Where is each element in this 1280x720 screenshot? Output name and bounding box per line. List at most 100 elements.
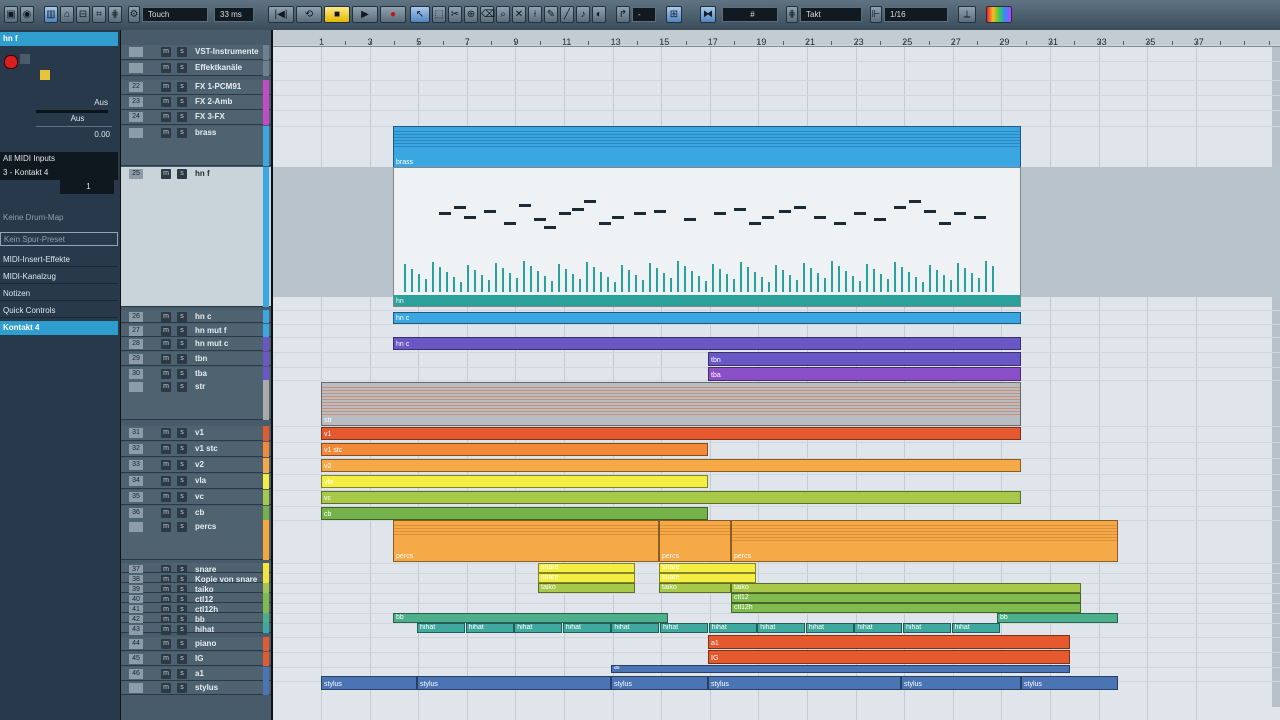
mute-button[interactable]: m <box>161 339 171 349</box>
mute-button[interactable]: m <box>161 47 171 57</box>
clip-stylus[interactable]: stylus <box>708 676 901 690</box>
track-header[interactable]: 37 m s snare <box>121 563 271 575</box>
color-tool-icon[interactable]: ◐ <box>592 6 606 23</box>
mute-button[interactable]: m <box>161 97 171 107</box>
track-name[interactable]: piano <box>195 639 216 648</box>
midi-note[interactable] <box>572 208 584 211</box>
drum-map-field[interactable]: Keine Drum-Map <box>0 211 118 225</box>
mute-button[interactable]: m <box>161 522 171 532</box>
solo-button[interactable]: s <box>177 63 187 73</box>
track-header[interactable]: m s str <box>121 380 271 420</box>
track-name[interactable]: vla <box>195 476 206 485</box>
split-tool-icon[interactable]: ✂ <box>448 6 462 23</box>
clip-hihat[interactable]: hihat <box>514 623 563 633</box>
solo-button[interactable]: s <box>177 476 187 486</box>
clip-str-folder[interactable]: str <box>321 382 1021 426</box>
mute-button[interactable]: m <box>161 63 171 73</box>
track-name[interactable]: brass <box>195 128 216 137</box>
midi-note[interactable] <box>714 212 726 215</box>
solo-button[interactable]: s <box>177 97 187 107</box>
midi-note[interactable] <box>854 212 866 215</box>
clip-stylus[interactable]: stylus <box>417 676 611 690</box>
mute-button[interactable]: m <box>161 639 171 649</box>
midi-note[interactable] <box>779 210 791 213</box>
track-header[interactable]: 29 m s tbn <box>121 352 271 366</box>
midi-note[interactable] <box>834 222 846 225</box>
mute-button[interactable]: m <box>161 654 171 664</box>
midi-note[interactable] <box>504 222 516 225</box>
automation-mode-dropdown[interactable]: Touch <box>142 7 208 22</box>
solo-button[interactable]: s <box>177 654 187 664</box>
mute-tool-icon[interactable]: ✕ <box>512 6 526 23</box>
track-header[interactable]: 28 m s hn mut c <box>121 337 271 351</box>
bounce-icon[interactable]: ⟂ <box>958 6 976 23</box>
clip-hihat[interactable]: hihat <box>903 623 951 633</box>
clip-hihat[interactable]: hihat <box>854 623 903 633</box>
track-header[interactable]: 27 m s hn mut f <box>121 324 271 337</box>
clip-hihat[interactable]: hihat <box>951 623 1000 633</box>
midi-note[interactable] <box>894 206 906 209</box>
midi-note[interactable] <box>584 200 596 203</box>
stop-button[interactable]: ■ <box>324 6 350 23</box>
track-name[interactable]: hihat <box>195 625 214 634</box>
track-name[interactable]: v1 <box>195 428 204 437</box>
track-preset-field[interactable]: Kein Spur-Preset <box>0 232 118 246</box>
section-quick-controls[interactable]: Quick Controls <box>0 304 118 318</box>
track-name[interactable]: v1 stc <box>195 444 218 453</box>
mute-button[interactable]: m <box>161 169 171 179</box>
clip-taiko-1[interactable]: taiko <box>538 583 635 593</box>
track-name[interactable]: tbn <box>195 354 207 363</box>
solo-button[interactable]: s <box>177 639 187 649</box>
clip-a1[interactable]: a1 <box>708 635 1070 649</box>
mute-button[interactable]: m <box>161 312 171 322</box>
midi-note[interactable] <box>464 216 476 219</box>
solo-button[interactable]: s <box>177 354 187 364</box>
track-header[interactable]: m s Effektkanäle <box>121 61 271 76</box>
clip-taiko-3[interactable]: taiko <box>731 583 1081 593</box>
track-name[interactable]: tba <box>195 369 207 378</box>
line-tool-icon[interactable]: ╱ <box>560 6 574 23</box>
solo-button[interactable]: s <box>177 508 187 518</box>
track-name[interactable]: FX 2-Amb <box>195 97 232 106</box>
section-midi-insert[interactable]: MIDI-Insert-Effekte <box>0 253 118 267</box>
latency-dropdown[interactable]: 33 ms <box>214 7 254 22</box>
midi-note[interactable] <box>544 226 556 229</box>
clip-stylus[interactable]: stylus <box>901 676 1021 690</box>
zoom-tool-icon[interactable]: ⌕ <box>496 6 510 23</box>
timewarp-tool-icon[interactable]: ⟊ <box>528 6 542 23</box>
clip-hn-c[interactable]: hn c <box>393 312 1021 324</box>
track-header[interactable]: 33 m s v2 <box>121 458 271 473</box>
nudge-dropdown[interactable]: - <box>632 7 656 22</box>
clip-vla[interactable]: vla <box>321 475 708 488</box>
clip-hn-f-midi[interactable]: hn <box>393 167 1021 307</box>
clip-snare-copy-1[interactable]: snare <box>538 573 635 583</box>
clip-hihat[interactable]: hihat <box>708 623 757 633</box>
solo-button[interactable]: s <box>177 522 187 532</box>
mute-button[interactable]: m <box>161 444 171 454</box>
clip-cb[interactable]: cb <box>321 507 708 520</box>
mute-button[interactable]: m <box>161 82 171 92</box>
track-header[interactable]: 34 m s vla <box>121 474 271 489</box>
clip-ctl12[interactable]: ctl12 <box>731 593 1081 603</box>
draw-tool-icon[interactable]: ✎ <box>544 6 558 23</box>
track-name[interactable]: hn c <box>195 312 211 321</box>
solo-button[interactable]: s <box>177 339 187 349</box>
clip-stylus[interactable]: stylus <box>611 676 708 690</box>
track-header[interactable]: 46 m s a1 <box>121 667 271 681</box>
mute-button[interactable]: m <box>161 625 171 635</box>
mixer-icon[interactable]: ⊟ <box>76 6 90 23</box>
midi-note[interactable] <box>794 206 806 209</box>
instrument-slot[interactable]: Kontakt 4 <box>0 321 118 335</box>
midi-note[interactable] <box>954 212 966 215</box>
clip-snare-2[interactable]: snare <box>659 563 756 573</box>
pan-slider[interactable] <box>36 126 112 127</box>
solo-button[interactable]: s <box>177 683 187 693</box>
filter-icon[interactable]: ⌂ <box>60 6 74 23</box>
solo-button[interactable]: s <box>177 169 187 179</box>
arrange-window[interactable]: 135791113151719212325272931333537 brassh… <box>273 30 1280 720</box>
clip-hn-mut-c[interactable]: hn c <box>393 337 1021 350</box>
solo-button[interactable]: s <box>177 669 187 679</box>
solo-button[interactable]: s <box>177 369 187 379</box>
track-header[interactable]: 42 m s bb <box>121 613 271 625</box>
track-header[interactable]: 30 m s tba <box>121 367 271 381</box>
